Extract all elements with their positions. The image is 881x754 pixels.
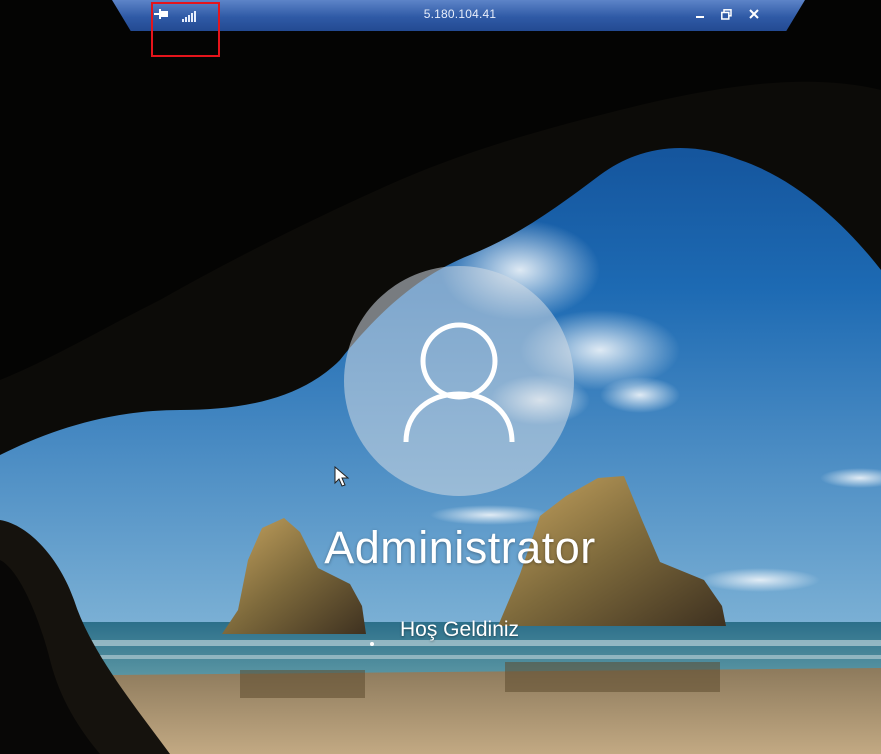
user-avatar — [344, 266, 574, 496]
lock-screen: 5.180.104.41 Administrator Hoş Geldiniz — [0, 0, 881, 754]
rdp-host-title: 5.180.104.41 — [423, 7, 497, 21]
welcome-status-text: Hoş Geldiniz — [400, 618, 520, 641]
username-label: Administrator — [324, 522, 596, 573]
annotation-highlight-box — [151, 2, 220, 57]
restore-icon — [720, 8, 732, 20]
loading-spinner-dot — [370, 642, 374, 646]
close-button[interactable] — [745, 5, 763, 23]
restore-button[interactable] — [717, 5, 735, 23]
minimize-icon — [696, 16, 704, 18]
minimize-button[interactable] — [691, 5, 709, 23]
close-icon — [749, 9, 759, 19]
user-avatar-icon — [403, 322, 515, 443]
mouse-cursor-icon — [334, 466, 350, 487]
